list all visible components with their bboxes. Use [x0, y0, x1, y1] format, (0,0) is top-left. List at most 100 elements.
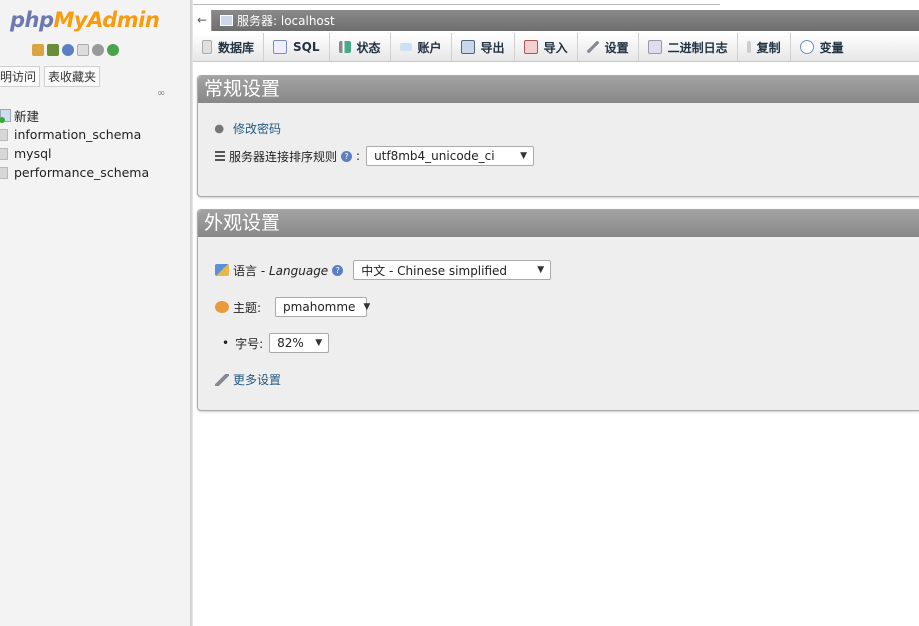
menu-label: 导出: [480, 40, 505, 55]
link-with-main-panel-icon[interactable]: ∞: [157, 88, 165, 99]
wrench-icon: [586, 41, 599, 53]
docs-icon[interactable]: [77, 44, 89, 56]
language-icon: [215, 264, 229, 276]
general-settings-title: 常规设置: [198, 76, 919, 103]
menu-label: SQL: [293, 40, 320, 54]
menu-label: 变量: [819, 40, 844, 55]
menu-sql[interactable]: SQL: [264, 33, 330, 61]
font-size-value: 82%: [277, 336, 304, 350]
chevron-down-icon: ▼: [363, 302, 371, 312]
tree-item-information-schema[interactable]: information_schema: [0, 125, 149, 144]
collation-label: 服务器连接排序规则: [229, 149, 338, 164]
more-settings-link[interactable]: 更多设置: [233, 371, 281, 388]
navigation-panel: phpMyAdmin 明访问 表收藏夹 ∞ 新建 information_sch…: [0, 0, 191, 626]
font-size-label: 字号:: [235, 336, 264, 351]
menu-label: 二进制日志: [667, 40, 728, 55]
menu-label: 导入: [543, 40, 568, 55]
nav-icon-row: [32, 44, 119, 56]
chevron-down-icon: ▼: [520, 151, 528, 161]
colon: :: [356, 149, 361, 163]
theme-row: 主题: pmahomme ▼: [215, 297, 371, 317]
collation-select[interactable]: utf8mb4_unicode_ci ▼: [366, 146, 535, 166]
menu-label: 状态: [356, 40, 381, 55]
menu-variables[interactable]: 变量: [791, 33, 853, 61]
database-tree: 新建 information_schema mysql performance_…: [0, 106, 149, 182]
menu-import[interactable]: 导入: [515, 33, 578, 61]
tree-item-mysql[interactable]: mysql: [0, 144, 149, 163]
tree-item-label: mysql: [14, 146, 52, 161]
menu-label: 复制: [756, 40, 781, 55]
logo-myadmin-text: MyAdmin: [53, 8, 160, 32]
accounts-icon: [399, 43, 412, 51]
status-icon: [338, 41, 351, 53]
language-label-cn: 语言 -: [233, 263, 269, 278]
import-icon: [523, 40, 538, 54]
tree-item-label: performance_schema: [14, 165, 150, 180]
logo-php-text: php: [10, 8, 54, 32]
collation-row: 服务器连接排序规则 ?: utf8mb4_unicode_ci ▼: [215, 146, 535, 166]
top-menu: 数据库 SQL 状态 账户 导出 导入 设置 二进制日志 复制 变量: [193, 33, 919, 62]
database-icon: [0, 166, 8, 179]
key-icon: [215, 122, 229, 135]
export-icon: [460, 40, 475, 54]
menu-status[interactable]: 状态: [330, 33, 391, 61]
collapse-nav-button[interactable]: ←: [193, 10, 212, 31]
tree-item-label: 新建: [14, 109, 40, 124]
home-icon[interactable]: [32, 44, 44, 56]
database-icon: [202, 40, 212, 54]
tree-item-label: information_schema: [14, 127, 142, 142]
menu-label: 账户: [417, 40, 442, 55]
general-settings-panel: 常规设置 修改密码 服务器连接排序规则 ?: utf8mb4_unicode_c…: [197, 75, 919, 197]
language-label: 语言 - Language: [233, 262, 328, 279]
collation-value: utf8mb4_unicode_ci: [374, 149, 495, 163]
menu-settings[interactable]: 设置: [578, 33, 639, 61]
language-row: 语言 - Language ? 中文 - Chinese simplified ▼: [215, 260, 552, 280]
language-label-en: Language: [268, 263, 329, 278]
phpmyadmin-logo[interactable]: phpMyAdmin: [10, 8, 160, 32]
change-password-row: 修改密码: [215, 120, 281, 137]
font-size-row: • 字号: 82% ▼: [222, 333, 330, 353]
menu-databases[interactable]: 数据库: [193, 33, 265, 61]
menu-binary-log[interactable]: 二进制日志: [639, 33, 738, 61]
tab-recent[interactable]: 明访问: [0, 66, 41, 87]
appearance-settings-title: 外观设置: [198, 210, 919, 237]
tree-item-performance-schema[interactable]: performance_schema: [0, 163, 149, 182]
database-icon: [0, 128, 8, 141]
binlog-icon: [647, 40, 662, 54]
chevron-down-icon: ▼: [315, 338, 323, 348]
replication-icon: [746, 41, 751, 53]
help-icon[interactable]: [62, 44, 74, 56]
server-icon: [220, 15, 233, 26]
theme-label: 主题:: [233, 300, 262, 315]
gear-icon[interactable]: [92, 44, 104, 56]
theme-select[interactable]: pmahomme ▼: [275, 297, 371, 317]
help-icon[interactable]: ?: [341, 150, 353, 162]
breadcrumb-bar: ← 服务器: localhost: [193, 10, 919, 31]
help-icon[interactable]: ?: [332, 264, 344, 276]
change-password-link[interactable]: 修改密码: [233, 120, 281, 137]
list-icon: [215, 151, 225, 161]
database-icon: [0, 147, 8, 160]
palette-icon: [215, 301, 229, 313]
reload-icon[interactable]: [107, 44, 119, 56]
menu-label: 数据库: [218, 40, 255, 55]
nav-resize-handle[interactable]: [190, 0, 193, 626]
font-size-select[interactable]: 82% ▼: [269, 333, 330, 353]
menu-replication[interactable]: 复制: [738, 33, 791, 61]
new-db-icon: [0, 109, 11, 123]
appearance-settings-panel: 外观设置 语言 - Language ? 中文 - Chinese simpli…: [197, 209, 919, 411]
breadcrumb-server[interactable]: 服务器: localhost: [212, 12, 335, 29]
language-select[interactable]: 中文 - Chinese simplified ▼: [353, 260, 552, 280]
logout-icon[interactable]: [47, 44, 59, 56]
breadcrumb-server-label: 服务器: localhost: [237, 14, 335, 28]
bullet-icon: •: [222, 336, 230, 350]
language-value: 中文 - Chinese simplified: [361, 263, 508, 278]
variables-icon: [799, 40, 814, 54]
tree-item-new[interactable]: 新建: [0, 106, 149, 125]
menu-export[interactable]: 导出: [452, 33, 515, 61]
sql-icon: [273, 40, 288, 54]
menu-accounts[interactable]: 账户: [391, 33, 452, 61]
wrench-icon: [215, 373, 229, 386]
theme-value: pmahomme: [283, 300, 356, 314]
tab-favorites[interactable]: 表收藏夹: [44, 66, 101, 87]
